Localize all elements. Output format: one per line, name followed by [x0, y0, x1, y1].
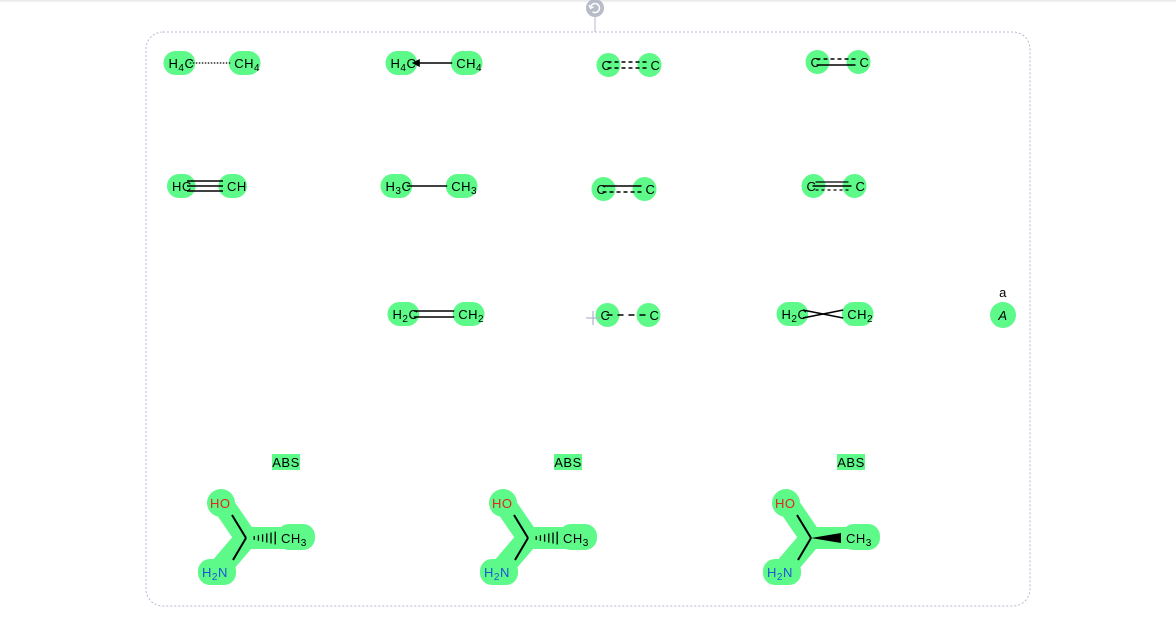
molecule-any-bond[interactable]: CC: [595, 303, 661, 327]
stereo-flag: ABS: [837, 455, 865, 470]
molecule-aromatic-bond[interactable]: CC: [596, 53, 662, 77]
stereo-molecule-2[interactable]: ABSHOCH3H2N: [480, 454, 597, 585]
hydroxyl-label: HO: [210, 496, 231, 511]
stereo-flag: ABS: [554, 455, 582, 470]
atom-label-left: C: [597, 182, 607, 197]
stereo-molecule-3[interactable]: ABSHOCH3H2N: [763, 454, 880, 585]
atom-label-left: C: [602, 58, 612, 73]
atom-label-left: C: [811, 55, 821, 70]
selection-box[interactable]: [145, 31, 1031, 607]
molecule-single-bond[interactable]: H3C CH3: [380, 174, 478, 198]
hydroxyl-label: HO: [492, 496, 513, 511]
molecule-single-or-aromatic-bond[interactable]: CC: [801, 174, 867, 198]
pseudo-atom[interactable]: A a: [990, 285, 1016, 328]
atom-label-right: C: [856, 179, 866, 194]
structure-canvas[interactable]: H4C CH4 H4C CH4 CC CC HC CH H3C CH3 CC CC H2…: [0, 0, 1176, 638]
molecule-aromatic-double-bond[interactable]: CC: [805, 50, 871, 74]
molecule-dative-bond[interactable]: H4C CH4: [385, 51, 483, 75]
hydroxyl-label: HO: [775, 496, 796, 511]
stereo-flag: ABS: [272, 455, 300, 470]
molecule-crossed-double-bond[interactable]: H2C CH2: [776, 302, 874, 326]
pseudo-atom-annotation: a: [999, 285, 1007, 300]
molecule-triple-bond[interactable]: HC CH: [167, 174, 247, 198]
atom-label-right: C: [651, 58, 661, 73]
atom-label-right: CH: [227, 179, 247, 194]
rotate-handle[interactable]: [586, 0, 604, 17]
stereo-molecule-1[interactable]: ABSHOCH3H2N: [198, 454, 315, 585]
rotate-icon[interactable]: [586, 0, 604, 17]
atom-label-right: C: [646, 182, 656, 197]
pseudo-atom-label: A: [997, 308, 1007, 323]
molecule-single-or-double-bond[interactable]: CC: [591, 177, 657, 201]
atom-label-right: C: [860, 55, 870, 70]
atom-label-right: C: [650, 308, 660, 323]
molecule-double-bond[interactable]: H2C CH2: [387, 302, 485, 326]
molecule-hydrogen-bond[interactable]: H4C CH4: [163, 51, 261, 75]
